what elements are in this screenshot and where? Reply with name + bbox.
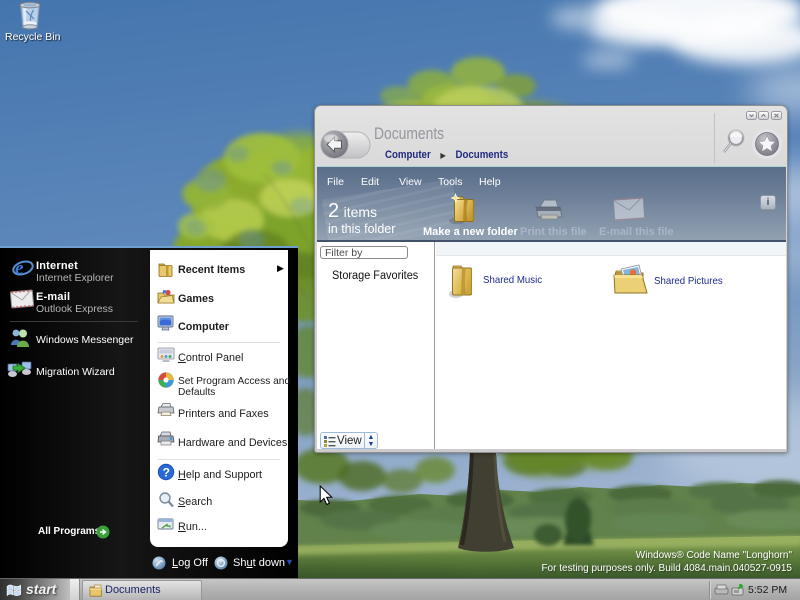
svg-text:?: ? xyxy=(163,465,170,479)
svg-text:e: e xyxy=(15,258,24,279)
